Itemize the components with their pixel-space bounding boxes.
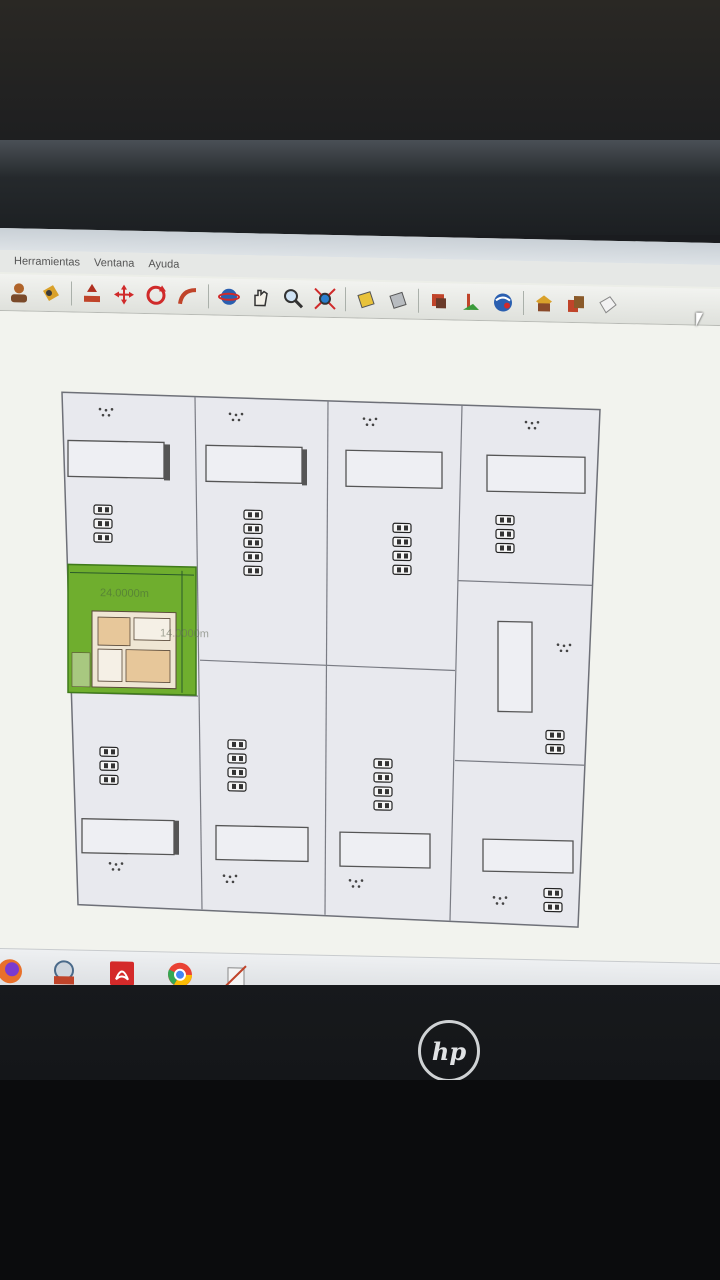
dimension-width-label: 24.0000m — [100, 587, 149, 600]
toolbar-separator — [71, 281, 72, 306]
hp-logo: hp — [418, 1020, 480, 1082]
menu-herramientas[interactable]: Herramientas — [14, 255, 80, 268]
sketchup-icon[interactable] — [48, 956, 80, 989]
menu-ayuda[interactable]: Ayuda — [148, 258, 179, 271]
push-pull-icon[interactable] — [77, 279, 107, 310]
rotate-icon[interactable] — [141, 280, 171, 311]
get-models-icon[interactable] — [424, 286, 454, 317]
paint-bucket-icon[interactable] — [36, 278, 66, 309]
room-background — [0, 0, 720, 150]
section-display-icon[interactable] — [383, 285, 413, 316]
toolbar-separator — [345, 287, 346, 312]
zoom-icon[interactable] — [278, 283, 308, 314]
toolbar-separator — [418, 288, 419, 313]
dimension-height-label: 14.0000m — [160, 627, 209, 640]
toolbar-separator — [523, 290, 524, 315]
firefox-icon[interactable] — [0, 955, 26, 988]
geolocation-icon[interactable] — [488, 287, 518, 318]
follow-me-icon[interactable] — [173, 281, 203, 312]
toolbar-separator — [208, 284, 209, 309]
menu-ventana[interactable]: Ventana — [94, 257, 134, 270]
pan-icon[interactable] — [246, 282, 276, 313]
building-block[interactable] — [497, 620, 533, 713]
drawing-canvas[interactable]: 24.0000m 14.0000m — [0, 311, 720, 967]
move-icon[interactable] — [109, 279, 139, 310]
user-icon[interactable] — [4, 277, 34, 308]
building-block[interactable] — [486, 454, 586, 494]
building-block[interactable] — [482, 838, 574, 874]
parking-group[interactable] — [93, 504, 113, 543]
orbit-icon[interactable] — [214, 281, 244, 312]
mouse-cursor — [696, 312, 703, 327]
parking-group[interactable] — [495, 514, 515, 554]
zoom-extents-icon[interactable] — [310, 283, 340, 314]
building-block[interactable] — [215, 824, 309, 863]
building-block[interactable] — [205, 444, 307, 486]
monitor-top-bezel — [0, 140, 720, 235]
building-block[interactable] — [345, 449, 443, 489]
extension-warehouse-icon[interactable] — [561, 289, 591, 320]
building-block[interactable] — [81, 818, 179, 856]
building-block[interactable] — [67, 439, 170, 481]
section-plane-icon[interactable] — [351, 284, 381, 315]
desk-background — [0, 1080, 720, 1280]
parking-group[interactable] — [99, 746, 119, 786]
building-block[interactable] — [339, 831, 431, 869]
share-model-icon[interactable] — [456, 287, 486, 318]
site-plan[interactable]: 24.0000m 14.0000m — [0, 311, 720, 966]
layout-icon[interactable] — [593, 289, 623, 320]
components-icon[interactable] — [529, 288, 559, 319]
monitor-screen: Herramientas Ventana Ayuda 24.0000m 14.0… — [0, 228, 720, 1019]
